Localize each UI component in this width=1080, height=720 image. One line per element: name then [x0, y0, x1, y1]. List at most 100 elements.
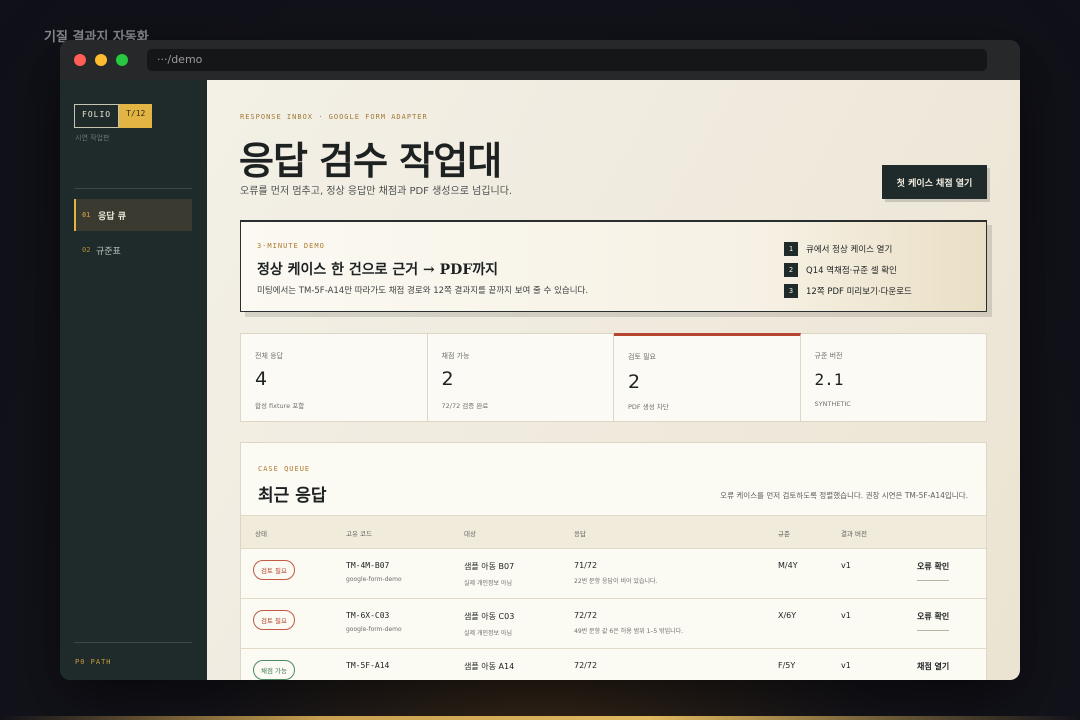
- browser-window: ···/demo FOLIO T/12 시연 작업판 01 응답 큐 02 규준…: [60, 40, 1020, 680]
- row-action: 오류 확인: [917, 611, 949, 631]
- stat-note: SYNTHETIC: [814, 400, 851, 408]
- subject-cell: 샘플 아동 B07 실제 개인정보 아님: [464, 561, 514, 587]
- stat-value: 4: [255, 368, 268, 390]
- sidebar-subtitle: 시연 작업판: [75, 134, 110, 142]
- stat-value: 2: [628, 371, 641, 393]
- action-underline: [917, 630, 949, 631]
- row-action: 채점 열기: [917, 661, 949, 672]
- check-error-link[interactable]: 오류 확인: [917, 611, 949, 622]
- close-window-button[interactable]: [74, 54, 86, 66]
- nav-number: 01: [82, 211, 91, 219]
- status-badge: 검토 필요: [253, 560, 295, 580]
- queue-eyebrow: CASE QUEUE: [258, 465, 311, 473]
- demo-description: 미팅에서는 TM-5F-A14만 따라가도 채점 경로와 12쪽 결과지를 끝까…: [257, 286, 589, 296]
- subject-note: 실제 개인정보 아님: [464, 630, 512, 637]
- page-title: 응답 검수 작업대: [239, 138, 502, 183]
- nav-number: 02: [82, 246, 91, 254]
- subject-name: 샘플 아동 A14: [464, 662, 515, 671]
- logo: FOLIO T/12: [74, 104, 153, 128]
- open-scoring-link[interactable]: 채점 열기: [917, 661, 949, 672]
- action-underline: [917, 580, 949, 581]
- queue-title: 최근 응답: [258, 486, 327, 506]
- table-row[interactable]: 채점 가능 TM-5F-A14 샘플 아동 A14 72/72 F/5Y v1 …: [241, 649, 986, 680]
- stat-label: 채점 가능: [441, 352, 470, 360]
- response-cell: 72/72 49번 문항 값 6은 허용 범위 1–5 밖입니다.: [574, 611, 683, 635]
- subject-cell: 샘플 아동 C03 실제 개인정보 아님: [464, 611, 514, 637]
- code-cell: TM-5F-A14: [346, 661, 389, 670]
- step-text: 12쪽 PDF 미리보기·다운로드: [806, 286, 912, 297]
- address-bar[interactable]: ···/demo: [147, 49, 987, 71]
- response-count: 71/72: [574, 561, 598, 570]
- step-number: 2: [784, 262, 798, 277]
- response-count: 72/72: [574, 661, 598, 670]
- subject-cell: 샘플 아동 A14: [464, 661, 514, 672]
- stats-panel: 전체 응답 4 합성 fixture 포함 채점 가능 2 72/72 검증 완…: [240, 333, 987, 422]
- stat-label: 전체 응답: [255, 352, 283, 360]
- sidebar-item-norm-table[interactable]: 02 규준표: [74, 234, 192, 266]
- page-subtitle: 오류를 먼저 멈추고, 정상 응답만 채점과 PDF 생성으로 넘깁니다.: [240, 186, 513, 197]
- sidebar-footer: P0 PATH: [75, 658, 112, 666]
- sidebar-item-label: 규준표: [96, 246, 121, 257]
- demo-steps: 1 큐에서 정상 케이스 열기 2 Q14 역채점·규준 셀 확인 3 12쪽 …: [784, 238, 912, 301]
- stat-scorable: 채점 가능 2 72/72 검증 완료: [428, 334, 614, 421]
- check-error-link[interactable]: 오류 확인: [917, 561, 949, 572]
- step-number: 3: [784, 283, 798, 298]
- stat-norm-version: 규준 버전 2.1 SYNTHETIC: [801, 334, 987, 421]
- demo-title: 정상 케이스 한 건으로 근거 → PDF까지: [257, 262, 499, 278]
- stat-needs-review: 검토 필요 2 PDF 생성 차단: [614, 333, 801, 421]
- norm-cell: M/4Y: [778, 561, 798, 570]
- stat-note: 72/72 검증 완료: [441, 402, 489, 410]
- column-header-version: 결과 버전: [841, 530, 867, 538]
- demo-step: 3 12쪽 PDF 미리보기·다운로드: [784, 280, 912, 301]
- sidebar-item-label: 응답 큐: [98, 211, 126, 222]
- window-titlebar: ···/demo: [60, 40, 1020, 80]
- table-header: 상태 고유 코드 대상 응답 규준 결과 버전: [241, 515, 986, 549]
- norm-cell: X/6Y: [778, 611, 797, 620]
- response-cell: 72/72: [574, 661, 597, 670]
- stat-value: 2.1: [814, 370, 844, 389]
- open-first-case-button[interactable]: 첫 케이스 채점 열기: [882, 165, 987, 199]
- column-header-status: 상태: [255, 530, 267, 538]
- subject-note: 실제 개인정보 아님: [464, 580, 512, 587]
- stat-label: 규준 버전: [814, 352, 843, 360]
- table-row[interactable]: 검토 필요 TM-6X-C03 google-form-demo 샘플 아동 C…: [241, 599, 986, 649]
- step-text: 큐에서 정상 케이스 열기: [806, 244, 893, 255]
- code-cell: TM-6X-C03 google-form-demo: [346, 611, 402, 633]
- subject-name: 샘플 아동 B07: [464, 562, 515, 571]
- response-note: 22번 문항 응답이 비어 있습니다.: [574, 578, 658, 585]
- case-queue: CASE QUEUE 최근 응답 오류 케이스를 먼저 검토하도록 정렬했습니다…: [240, 442, 987, 680]
- stat-value: 2: [441, 368, 454, 390]
- table-row[interactable]: 검토 필요 TM-4M-B07 google-form-demo 샘플 아동 B…: [241, 549, 986, 599]
- logo-badge: T/12: [119, 104, 153, 128]
- bottom-glow: [0, 716, 1080, 720]
- sidebar-divider: [74, 642, 192, 643]
- sidebar-divider: [74, 188, 192, 189]
- version-cell: v1: [841, 561, 851, 570]
- case-code: TM-5F-A14: [346, 661, 390, 670]
- norm-cell: F/5Y: [778, 661, 796, 670]
- column-header-response: 응답: [574, 530, 586, 538]
- stat-note: PDF 생성 차단: [628, 403, 669, 411]
- logo-wordmark: FOLIO: [74, 104, 120, 128]
- status-badge: 검토 필요: [253, 610, 295, 630]
- maximize-window-button[interactable]: [116, 54, 128, 66]
- response-cell: 71/72 22번 문항 응답이 비어 있습니다.: [574, 561, 657, 585]
- column-header-norm: 규준: [778, 530, 790, 538]
- case-code: TM-6X-C03: [346, 611, 390, 620]
- main-content: RESPONSE INBOX · GOOGLE FORM ADAPTER 응답 …: [207, 80, 1020, 680]
- case-code: TM-4M-B07: [346, 561, 390, 570]
- sidebar-item-response-queue[interactable]: 01 응답 큐: [74, 199, 192, 231]
- response-count: 72/72: [574, 611, 598, 620]
- minimize-window-button[interactable]: [95, 54, 107, 66]
- column-header-subject: 대상: [464, 530, 476, 538]
- demo-step: 2 Q14 역채점·규준 셀 확인: [784, 259, 912, 280]
- case-source: google-form-demo: [346, 626, 402, 633]
- status-badge: 채점 가능: [253, 660, 295, 680]
- queue-hint: 오류 케이스를 먼저 검토하도록 정렬했습니다. 권장 시연은 TM-5F-A1…: [720, 491, 968, 500]
- code-cell: TM-4M-B07 google-form-demo: [346, 561, 402, 583]
- column-header-code: 고유 코드: [346, 530, 372, 538]
- demo-step: 1 큐에서 정상 케이스 열기: [784, 238, 912, 259]
- stat-total-responses: 전체 응답 4 합성 fixture 포함: [241, 334, 428, 421]
- sidebar: FOLIO T/12 시연 작업판 01 응답 큐 02 규준표 P0 PATH: [60, 80, 207, 680]
- stat-label: 검토 필요: [628, 353, 656, 361]
